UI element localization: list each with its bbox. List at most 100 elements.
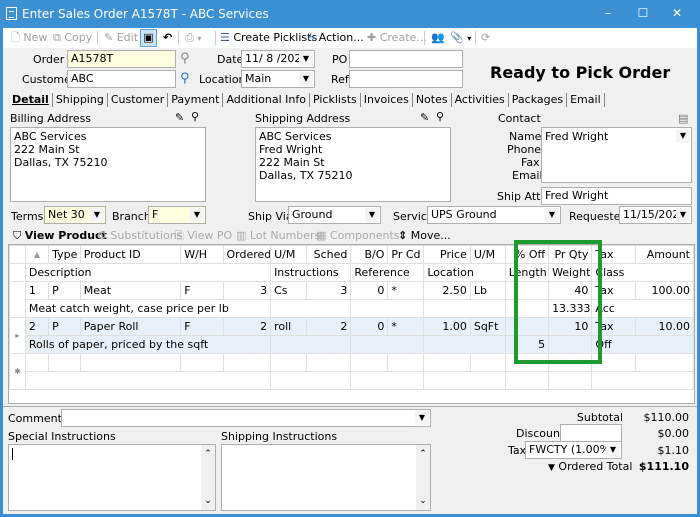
location-select[interactable]: Main ▼	[241, 70, 315, 88]
search-icon[interactable]: ⚲	[180, 51, 190, 66]
order-number-field[interactable]: A1578T	[67, 50, 176, 68]
sched-qty[interactable]: 2	[305, 317, 352, 336]
col-type[interactable]: Type	[48, 245, 81, 264]
new-cell[interactable]	[180, 353, 224, 372]
new-cell[interactable]	[270, 353, 307, 372]
col-weight[interactable]: Weight	[548, 263, 593, 282]
lot-numbers-button[interactable]: ▥ Lot Numbers	[236, 229, 320, 242]
scrollbar[interactable]: ⌃ ⌄	[416, 445, 430, 510]
current-row-indicator-icon[interactable]: ▸	[9, 317, 26, 354]
warehouse[interactable]: F	[180, 281, 224, 300]
action-button[interactable]: ϟ Action...	[308, 30, 364, 46]
scroll-down-icon[interactable]: ⌄	[201, 495, 215, 508]
location[interactable]	[423, 335, 506, 354]
pencil-icon[interactable]: ✎	[175, 111, 184, 124]
new-cell[interactable]	[423, 353, 471, 372]
special-instructions-textarea[interactable]: ⌃ ⌄	[8, 444, 216, 511]
class[interactable]: Off	[591, 335, 694, 354]
po-field[interactable]	[349, 50, 463, 68]
location[interactable]	[423, 299, 506, 318]
substitutions-button[interactable]: ⚙ Substitutions	[97, 229, 183, 242]
price-um[interactable]: SqFt	[469, 317, 506, 336]
table-row[interactable]: ▸ 2 P Paper Roll F 2 roll 2 0 * 1.00 SqF…	[9, 317, 695, 354]
ordered-qty[interactable]: 2	[222, 317, 272, 336]
price[interactable]: 2.50	[423, 281, 471, 300]
line-type[interactable]: P	[48, 281, 81, 300]
price-code[interactable]: *	[387, 281, 425, 300]
close-button[interactable]: ✕	[668, 6, 686, 20]
new-cell[interactable]	[48, 353, 81, 372]
ship-via-select[interactable]: Ground ▼	[288, 206, 381, 224]
tab-picklists[interactable]: Picklists	[310, 93, 361, 107]
table-row-detail[interactable]: Meat catch weight, case price per lb 13.…	[10, 299, 694, 318]
chevron-down-icon[interactable]: ▼	[190, 208, 204, 222]
comment-select[interactable]: ▼	[61, 409, 431, 427]
col-description[interactable]: Description	[24, 263, 272, 282]
new-button[interactable]: 🗋 New	[11, 30, 47, 46]
col-price[interactable]: Price	[423, 245, 471, 264]
service-select[interactable]: UPS Ground ▼	[427, 206, 561, 224]
scroll-up-icon[interactable]: ⌃	[201, 448, 215, 461]
view-product-button[interactable]: ⛉ View Product	[13, 229, 107, 243]
reference[interactable]	[350, 299, 425, 318]
length[interactable]: 5	[504, 335, 550, 354]
tab-packages[interactable]: Packages	[509, 93, 568, 107]
new-cell[interactable]	[24, 353, 50, 372]
ship-attn-field[interactable]: Fred Wright	[541, 187, 692, 205]
refresh-button[interactable]: ⟳	[481, 30, 490, 46]
contact-card-icon[interactable]: ▤	[678, 112, 688, 125]
new-cell[interactable]	[305, 353, 352, 372]
length[interactable]	[504, 299, 550, 318]
pct-off[interactable]	[504, 281, 550, 300]
weight[interactable]	[548, 335, 593, 354]
tab-invoices[interactable]: Invoices	[361, 93, 413, 107]
chevron-down-icon[interactable]: ▼	[415, 411, 429, 425]
new-cell[interactable]	[24, 371, 272, 390]
product-id[interactable]: Meat	[79, 281, 182, 300]
discount-field[interactable]	[560, 424, 622, 442]
col-price-um[interactable]: U/M	[469, 245, 506, 264]
chevron-down-icon[interactable]: ▼	[365, 208, 379, 222]
print-button[interactable]: ⎙ ▾	[185, 30, 201, 46]
description[interactable]: Rolls of paper, priced by the sqft	[24, 335, 272, 354]
description[interactable]: Meat catch weight, case price per lb	[24, 299, 272, 318]
new-cell[interactable]	[591, 353, 636, 372]
tax-code-select[interactable]: FWCTY (1.00%) ▼	[525, 441, 622, 459]
customer-field[interactable]: ABC	[67, 70, 176, 88]
tab-additional-info[interactable]: Additional Info	[223, 93, 310, 107]
col-reference[interactable]: Reference	[350, 263, 425, 282]
tab-shipping[interactable]: Shipping	[53, 93, 108, 107]
terms-select[interactable]: Net 30 ▼	[44, 206, 106, 224]
backorder-qty[interactable]: 0	[350, 317, 389, 336]
new-cell[interactable]	[634, 353, 695, 372]
col-pct-off[interactable]: % Off	[504, 245, 550, 264]
chevron-down-icon[interactable]: ▼	[606, 443, 620, 457]
col-class[interactable]: Class	[591, 263, 694, 282]
new-cell[interactable]	[270, 371, 352, 390]
col-um[interactable]: U/M	[270, 245, 307, 264]
components-button[interactable]: ▦ Components	[316, 229, 400, 242]
new-cell[interactable]	[548, 371, 593, 390]
new-cell[interactable]	[79, 353, 182, 372]
amount[interactable]: 10.00	[634, 317, 695, 336]
amount[interactable]: 100.00	[634, 281, 695, 300]
new-cell[interactable]	[350, 371, 425, 390]
shipping-instructions-textarea[interactable]: ⌃ ⌄	[221, 444, 431, 511]
col-length[interactable]: Length	[504, 263, 550, 282]
billing-address-box[interactable]: ABC Services 222 Main St Dallas, TX 7521…	[10, 127, 206, 202]
tab-customer[interactable]: Customer	[108, 93, 169, 107]
attachment-button[interactable]: 📎 ▾	[450, 30, 471, 46]
sort-up-icon[interactable]: ▲	[24, 245, 50, 264]
create-picklists-button[interactable]: ☰ Create Picklists	[220, 30, 317, 46]
new-cell[interactable]	[222, 353, 272, 372]
save-button[interactable]: ▣	[140, 29, 157, 47]
contacts-button[interactable]: 👥	[431, 30, 445, 46]
tab-notes[interactable]: Notes	[413, 93, 452, 107]
date-field[interactable]: 11/ 8 /2021 ▼	[241, 50, 315, 68]
undo-button[interactable]: ↶	[163, 30, 172, 46]
pr-qty[interactable]: 10	[548, 317, 593, 336]
new-cell[interactable]	[504, 371, 550, 390]
col-wh[interactable]: W/H	[180, 245, 224, 264]
tax[interactable]: Tax	[591, 281, 636, 300]
new-cell[interactable]	[504, 353, 550, 372]
